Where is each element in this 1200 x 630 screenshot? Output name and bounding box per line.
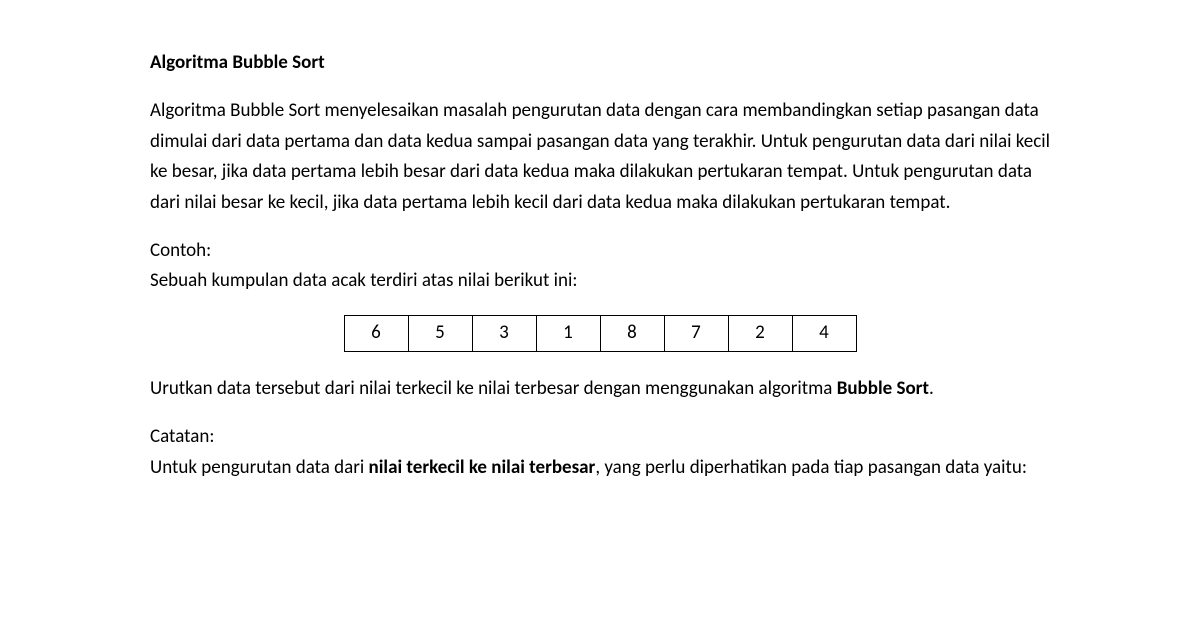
- example-section: Contoh: Sebuah kumpulan data acak terdir…: [150, 236, 1050, 297]
- instruction-text-1: Urutkan data tersebut dari nilai terkeci…: [150, 377, 837, 400]
- intro-paragraph: Algoritma Bubble Sort menyelesaikan masa…: [150, 96, 1050, 218]
- note-label: Catatan:: [150, 425, 214, 448]
- data-cell: 8: [600, 315, 664, 351]
- document-heading: Algoritma Bubble Sort: [150, 48, 1050, 78]
- data-table-wrapper: 6 5 3 1 8 7 2 4: [150, 315, 1050, 352]
- data-table: 6 5 3 1 8 7 2 4: [344, 315, 857, 352]
- data-cell: 1: [536, 315, 600, 351]
- note-text-2: , yang perlu diperhatikan pada tiap pasa…: [595, 456, 1027, 479]
- note-section: Catatan: Untuk pengurutan data dari nila…: [150, 422, 1050, 483]
- data-cell: 2: [728, 315, 792, 351]
- data-cell: 6: [344, 315, 408, 351]
- data-cell: 4: [792, 315, 856, 351]
- data-cell: 5: [408, 315, 472, 351]
- instruction-text-2: .: [929, 377, 934, 400]
- example-label: Contoh:: [150, 239, 211, 262]
- instruction-bold: Bubble Sort: [837, 377, 929, 400]
- example-text: Sebuah kumpulan data acak terdiri atas n…: [150, 269, 577, 292]
- data-cell: 3: [472, 315, 536, 351]
- table-row: 6 5 3 1 8 7 2 4: [344, 315, 856, 351]
- note-bold: nilai terkecil ke nilai terbesar: [369, 456, 596, 479]
- note-text-1: Untuk pengurutan data dari: [150, 456, 369, 479]
- instruction-paragraph: Urutkan data tersebut dari nilai terkeci…: [150, 374, 1050, 404]
- data-cell: 7: [664, 315, 728, 351]
